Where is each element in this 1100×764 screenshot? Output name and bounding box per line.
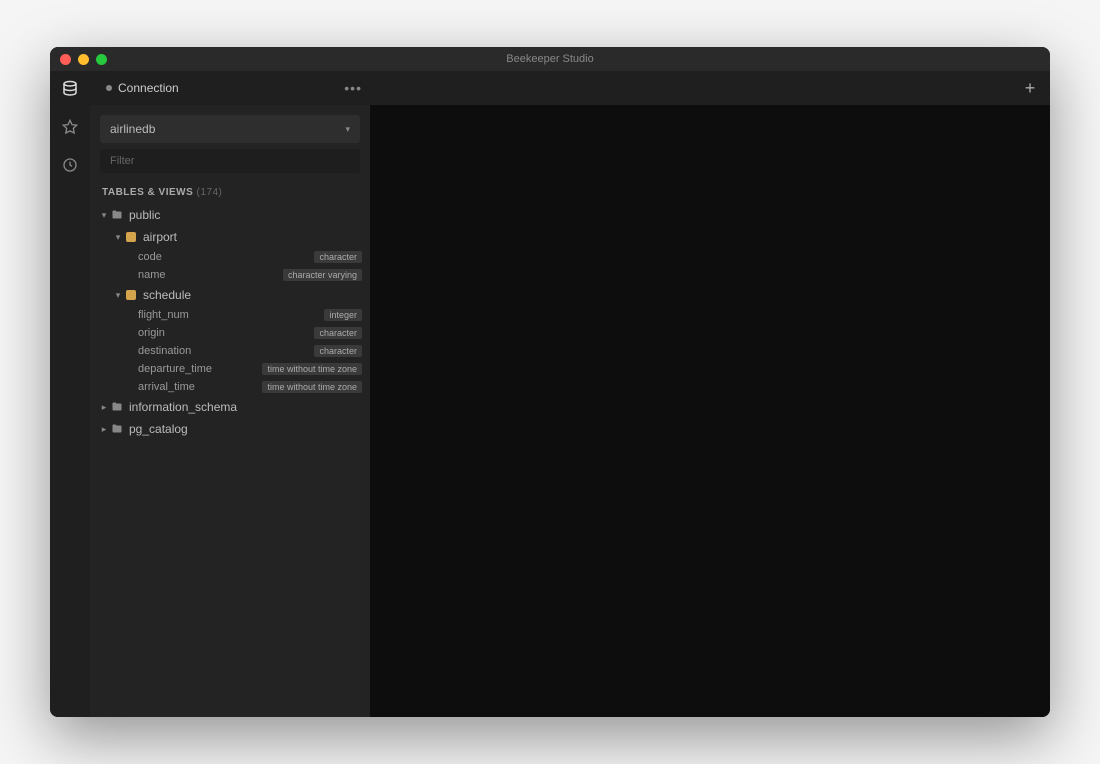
database-selector[interactable]: airlinedb ▾ bbox=[100, 115, 360, 143]
new-tab-button[interactable]: + bbox=[1020, 78, 1040, 98]
window-close-button[interactable] bbox=[60, 54, 71, 65]
section-label: TABLES & VIEWS bbox=[102, 187, 193, 198]
sidebar-tabbar: Connection ••• bbox=[90, 71, 370, 105]
app-window: Beekeeper Studio Connection ••• ai bbox=[50, 47, 1050, 717]
column-row[interactable]: destination character bbox=[90, 342, 370, 360]
folder-icon bbox=[110, 209, 124, 221]
table-item-schedule[interactable]: ▾ schedule bbox=[90, 284, 370, 306]
column-type-badge: character bbox=[314, 345, 362, 357]
column-row[interactable]: arrival_time time without time zone bbox=[90, 378, 370, 396]
section-count: (174) bbox=[197, 187, 223, 198]
column-name: arrival_time bbox=[138, 381, 195, 393]
column-name: destination bbox=[138, 345, 191, 357]
tree-item-label: public bbox=[129, 208, 160, 222]
column-type-badge: character bbox=[314, 327, 362, 339]
expand-caret-icon: ▸ bbox=[98, 424, 110, 435]
schema-item-information_schema[interactable]: ▸ information_schema bbox=[90, 396, 370, 418]
titlebar: Beekeeper Studio bbox=[50, 47, 1050, 71]
database-icon[interactable] bbox=[60, 79, 80, 99]
column-name: name bbox=[138, 269, 166, 281]
column-row[interactable]: origin character bbox=[90, 324, 370, 342]
column-type-badge: character bbox=[314, 251, 362, 263]
tab-menu-button[interactable]: ••• bbox=[344, 80, 362, 96]
schema-tree: ▾ public ▾ airport code character name characte… bbox=[90, 204, 370, 717]
nav-rail bbox=[50, 71, 90, 717]
star-icon[interactable] bbox=[60, 117, 80, 137]
column-name: departure_time bbox=[138, 363, 212, 375]
column-name: flight_num bbox=[138, 309, 189, 321]
connection-tab[interactable]: Connection bbox=[98, 77, 187, 99]
tree-item-label: schedule bbox=[143, 288, 191, 302]
column-type-badge: character varying bbox=[283, 269, 362, 281]
connection-status-dot bbox=[106, 85, 112, 91]
window-minimize-button[interactable] bbox=[78, 54, 89, 65]
window-maximize-button[interactable] bbox=[96, 54, 107, 65]
chevron-down-icon: ▾ bbox=[345, 124, 350, 135]
column-type-badge: time without time zone bbox=[262, 381, 362, 393]
schema-item-public[interactable]: ▾ public bbox=[90, 204, 370, 226]
folder-icon bbox=[110, 423, 124, 435]
column-row[interactable]: code character bbox=[90, 248, 370, 266]
column-name: code bbox=[138, 251, 162, 263]
tree-item-label: airport bbox=[143, 230, 177, 244]
column-row[interactable]: name character varying bbox=[90, 266, 370, 284]
main-tabbar: + bbox=[370, 71, 1050, 105]
traffic-lights bbox=[60, 54, 107, 65]
expand-caret-icon: ▾ bbox=[112, 290, 124, 301]
column-type-badge: time without time zone bbox=[262, 363, 362, 375]
expand-caret-icon: ▾ bbox=[112, 232, 124, 243]
main-area: + bbox=[370, 71, 1050, 717]
column-type-badge: integer bbox=[324, 309, 362, 321]
tree-item-label: pg_catalog bbox=[129, 422, 188, 436]
column-name: origin bbox=[138, 327, 165, 339]
expand-caret-icon: ▸ bbox=[98, 402, 110, 413]
table-icon bbox=[124, 290, 138, 300]
connection-tab-label: Connection bbox=[118, 81, 179, 95]
history-icon[interactable] bbox=[60, 155, 80, 175]
filter-input[interactable] bbox=[110, 155, 350, 167]
column-row[interactable]: flight_num integer bbox=[90, 306, 370, 324]
schema-item-pg_catalog[interactable]: ▸ pg_catalog bbox=[90, 418, 370, 440]
table-icon bbox=[124, 232, 138, 242]
sidebar: Connection ••• airlinedb ▾ TABLES & VIEW… bbox=[90, 71, 370, 717]
filter-field[interactable] bbox=[100, 149, 360, 173]
database-selected-name: airlinedb bbox=[110, 122, 155, 136]
expand-caret-icon: ▾ bbox=[98, 210, 110, 221]
app-title: Beekeeper Studio bbox=[506, 53, 593, 65]
folder-icon bbox=[110, 401, 124, 413]
app-body: Connection ••• airlinedb ▾ TABLES & VIEW… bbox=[50, 71, 1050, 717]
tables-section-header: TABLES & VIEWS (174) bbox=[90, 181, 370, 204]
table-item-airport[interactable]: ▾ airport bbox=[90, 226, 370, 248]
tree-item-label: information_schema bbox=[129, 400, 237, 414]
editor-area[interactable] bbox=[370, 105, 1050, 717]
column-row[interactable]: departure_time time without time zone bbox=[90, 360, 370, 378]
